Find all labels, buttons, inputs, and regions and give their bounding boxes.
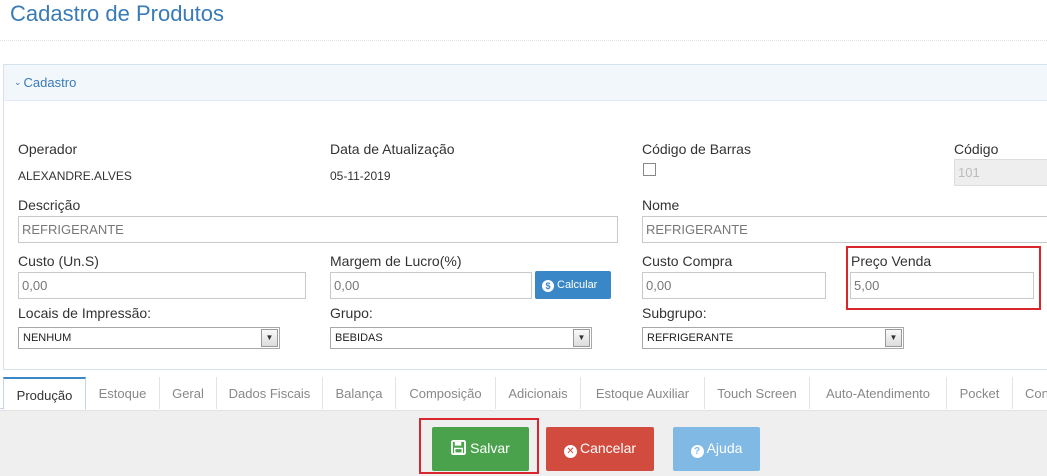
tab-touch-screen[interactable]: Touch Screen (705, 377, 810, 409)
tab-con[interactable]: Con (1013, 377, 1047, 409)
locais-impressao-label: Locais de Impressão: (18, 305, 152, 321)
nome-input[interactable]: REFRIGERANTE (642, 216, 1047, 243)
descricao-input[interactable]: REFRIGERANTE (18, 216, 618, 243)
page-title: Cadastro de Produtos (10, 1, 225, 26)
question-circle-icon: ? (690, 445, 704, 458)
chevron-down-icon: ⌄ (14, 77, 22, 87)
tab-auto-atendimento[interactable]: Auto-Atendimento (810, 377, 947, 409)
codigo-barras-checkbox[interactable] (643, 163, 656, 176)
descricao-label: Descrição (18, 197, 81, 213)
locais-impressao-value: NENHUM (23, 332, 72, 344)
panel-title: Cadastro (23, 75, 77, 90)
cancel-button[interactable]: ✕ Cancelar (546, 427, 654, 471)
tab-pocket[interactable]: Pocket (947, 377, 1013, 409)
tab-dados-fiscais[interactable]: Dados Fiscais (217, 377, 323, 409)
chevron-down-icon: ▼ (573, 329, 590, 347)
codigo-input[interactable]: 101 (954, 159, 1047, 186)
grupo-select[interactable]: BEBIDAS ▼ (330, 327, 592, 349)
chevron-down-icon: ▼ (261, 329, 278, 347)
custo-compra-input[interactable]: 0,00 (642, 272, 826, 299)
margem-lucro-input[interactable]: 0,00 (330, 272, 532, 299)
calcular-button[interactable]: $ Calcular (535, 271, 611, 299)
tab-geral[interactable]: Geral (160, 377, 217, 409)
panel-header[interactable]: ⌄ Cadastro (4, 65, 1047, 101)
codigo-barras-label: Código de Barras (642, 141, 751, 157)
chevron-down-icon: ▼ (885, 329, 902, 347)
help-label: Ajuda (706, 440, 743, 456)
tab-balanca[interactable]: Balança (323, 377, 396, 409)
preco-venda-highlight (846, 246, 1041, 310)
subgrupo-value: REFRIGERANTE (647, 332, 734, 344)
custo-compra-label: Custo Compra (642, 253, 733, 269)
subgrupo-select[interactable]: REFRIGERANTE ▼ (642, 327, 904, 349)
tab-bar: Produção Estoque Geral Dados Fiscais Bal… (0, 377, 1047, 410)
product-register-page: Cadastro de Produtos ⌄ Cadastro Operador … (0, 0, 1047, 476)
calcular-label: Calcular (557, 279, 598, 291)
close-circle-icon: ✕ (563, 445, 577, 458)
nome-label: Nome (642, 197, 680, 213)
locais-impressao-select[interactable]: NENHUM ▼ (18, 327, 280, 349)
tab-adicionais[interactable]: Adicionais (496, 377, 581, 409)
tab-estoque-auxiliar[interactable]: Estoque Auxiliar (581, 377, 705, 409)
tab-producao[interactable]: Produção (3, 377, 86, 410)
tab-estoque[interactable]: Estoque (86, 377, 160, 409)
custo-input[interactable]: 0,00 (18, 272, 306, 299)
margem-lucro-label: Margem de Lucro(%) (330, 253, 462, 269)
grupo-value: BEBIDAS (335, 332, 383, 344)
save-button-highlight (419, 418, 539, 474)
operador-label: Operador (18, 141, 78, 157)
title-divider (0, 40, 1047, 41)
subgrupo-label: Subgrupo: (642, 305, 707, 321)
codigo-label: Código (954, 141, 999, 157)
operador-value: ALEXANDRE.ALVES (18, 169, 132, 183)
grupo-label: Grupo: (330, 305, 373, 321)
help-button[interactable]: ? Ajuda (673, 427, 760, 471)
cancel-label: Cancelar (579, 440, 637, 456)
tab-composicao[interactable]: Composição (396, 377, 496, 409)
custo-label: Custo (Un.S) (18, 253, 99, 269)
dollar-circle-icon: $ (542, 280, 554, 292)
data-atualizacao-value: 05-11-2019 (330, 169, 391, 183)
data-atualizacao-label: Data de Atualização (330, 141, 455, 157)
